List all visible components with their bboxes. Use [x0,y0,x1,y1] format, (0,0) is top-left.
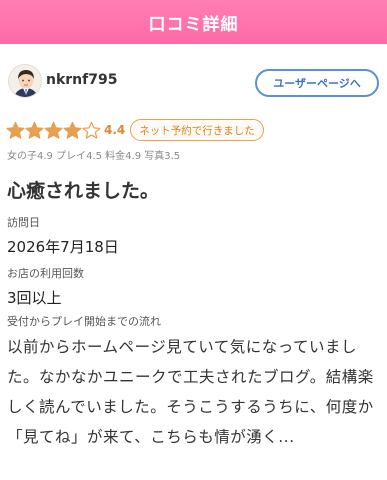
review-title: 心癒されました。 [7,180,160,202]
star-filled-icon [25,121,44,139]
username[interactable]: nkrnf795 [46,72,117,88]
page-title: 口コミ詳細 [148,14,239,35]
star-empty-icon [82,121,101,139]
user-avatar-icon [9,65,41,97]
flow-label: 受付からプレイ開始までの流れ [7,315,161,328]
rating-row: 4.4 ネット予約で行きました [6,118,386,142]
net-reservation-badge: ネット予約で行きました [130,119,264,141]
visit-count-label: お店の利用回数 [7,267,84,280]
star-rating [6,121,101,140]
review-body: 以前からホームページ見ていて気になっていました。なかなかユニークで工夫されたブロ… [7,338,374,446]
rating-value: 4.4 [104,123,126,137]
visit-date-label: 訪問日 [7,216,40,229]
visit-date: 2026年7月18日 [7,238,119,256]
star-filled-icon [44,121,63,139]
avatar[interactable] [8,64,42,98]
visit-count: 3回以上 [7,289,62,307]
star-filled-icon [63,121,82,139]
sub-ratings: 女の子4.9 プレイ4.5 料金4.9 写真3.5 [7,151,181,162]
user-page-button[interactable]: ユーザーページへ [255,69,379,97]
star-filled-icon [6,121,25,139]
header-bar: 口コミ詳細 [0,0,387,44]
user-row: nkrnf795 ユーザーページへ [8,64,379,102]
